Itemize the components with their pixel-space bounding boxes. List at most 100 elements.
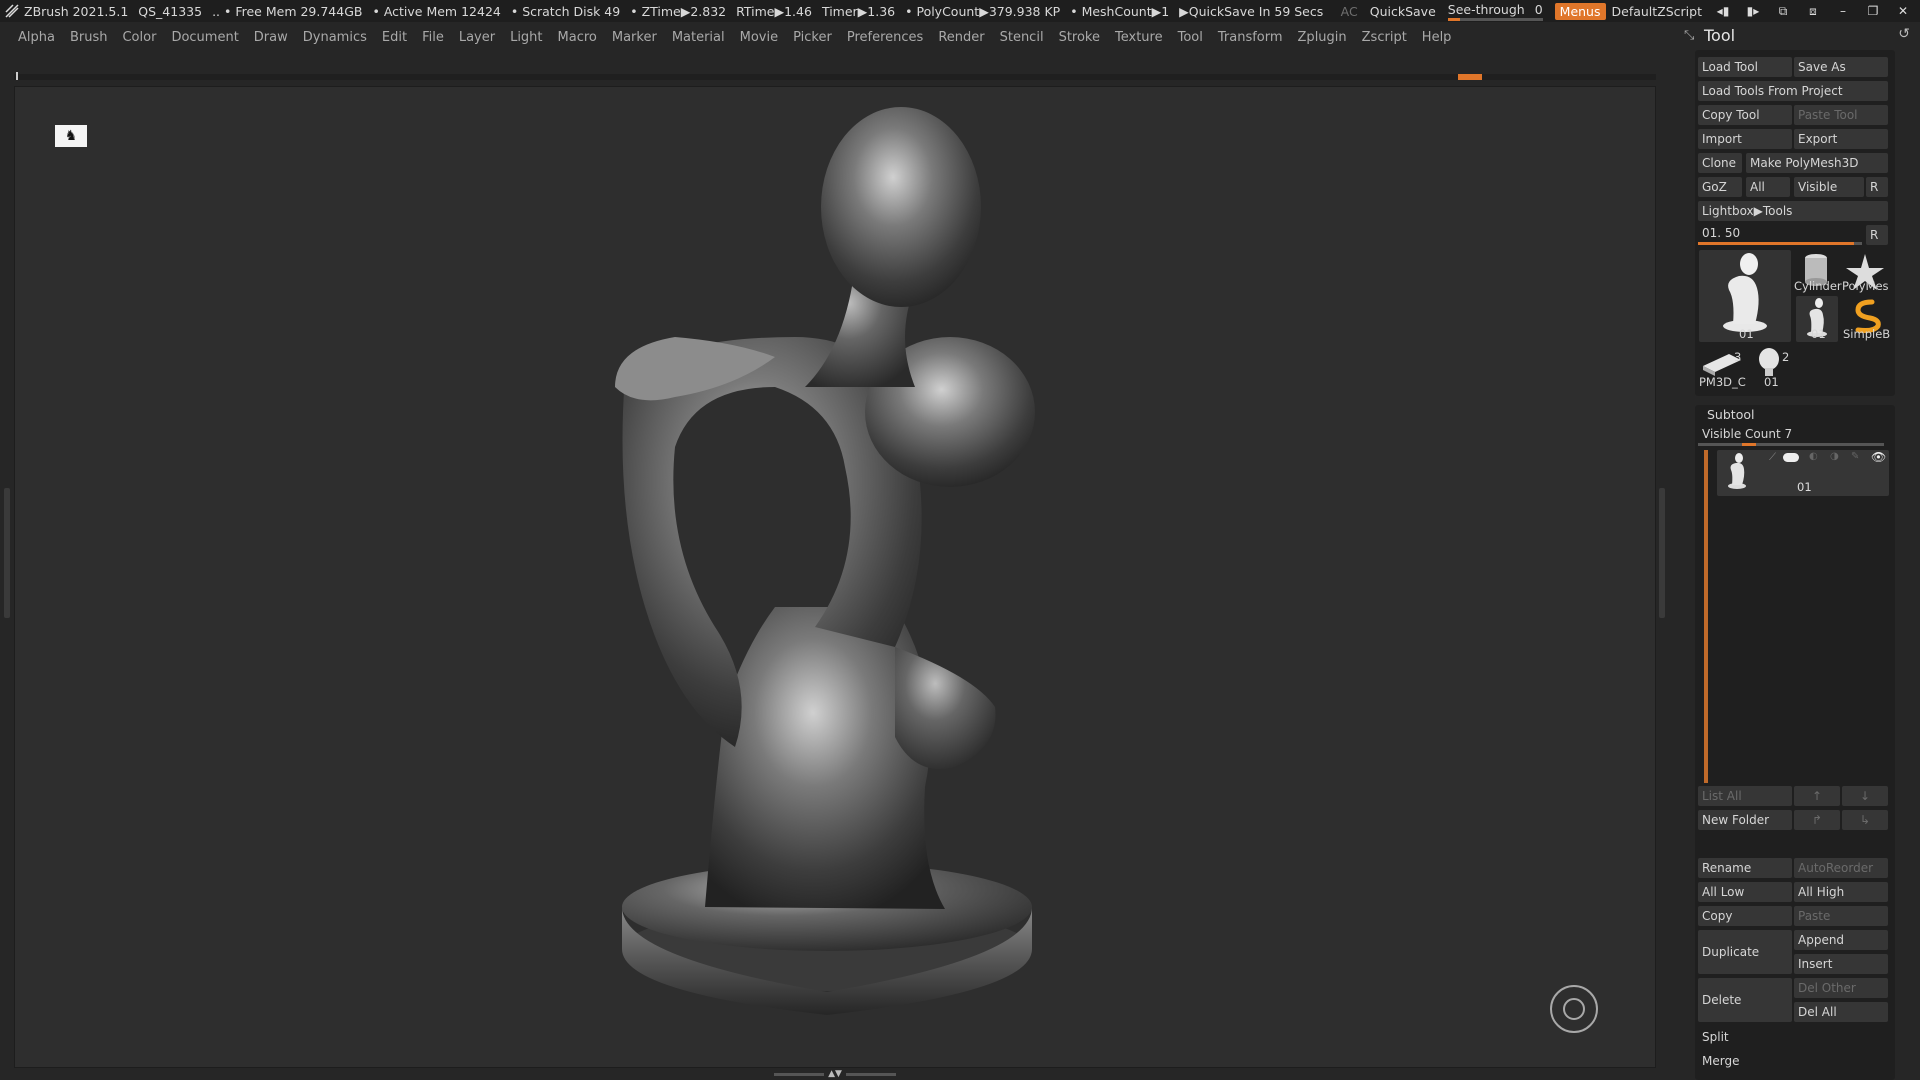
pin-icon[interactable]: ⤡ bbox=[1684, 28, 1698, 43]
all-high-button[interactable]: All High bbox=[1794, 882, 1888, 902]
menu-file[interactable]: File bbox=[422, 30, 444, 45]
new-folder-button[interactable]: New Folder bbox=[1698, 810, 1792, 830]
menu-edit[interactable]: Edit bbox=[382, 30, 407, 45]
menu-material[interactable]: Material bbox=[672, 30, 725, 45]
navigation-gizmo[interactable] bbox=[1550, 985, 1598, 1033]
subtool-polypaint-icon[interactable]: ◐ bbox=[1809, 451, 1818, 462]
delete-button[interactable]: Delete bbox=[1698, 978, 1792, 1022]
menus-button[interactable]: Menus bbox=[1554, 2, 1606, 20]
copy-subtool-button[interactable]: Copy bbox=[1698, 906, 1792, 926]
list-all-button[interactable]: List All bbox=[1698, 786, 1792, 806]
subtool-brush-icon[interactable]: ⟋ bbox=[1769, 452, 1776, 463]
quicksave-button[interactable]: QuickSave bbox=[1370, 4, 1436, 19]
subtool-pen-icon[interactable]: ✎ bbox=[1851, 451, 1859, 462]
auto-reorder-button[interactable]: AutoReorder bbox=[1794, 858, 1888, 878]
quicksave-countdown: ▶QuickSave In 59 Secs bbox=[1179, 3, 1324, 19]
default-zscript-button[interactable]: DefaultZScript bbox=[1612, 4, 1703, 19]
clone-button[interactable]: Clone bbox=[1698, 153, 1742, 173]
make-polymesh3d-button[interactable]: Make PolyMesh3D bbox=[1746, 153, 1888, 173]
merge-button[interactable]: Merge bbox=[1698, 1051, 1888, 1071]
left-tray-handle[interactable] bbox=[4, 488, 10, 618]
subtool-toggle-icon[interactable] bbox=[1783, 453, 1799, 462]
layout-right-icon[interactable]: ▮▸ bbox=[1744, 4, 1762, 18]
ac-button[interactable]: AC bbox=[1341, 4, 1358, 19]
menu-texture[interactable]: Texture bbox=[1115, 30, 1163, 45]
menu-render[interactable]: Render bbox=[938, 30, 984, 45]
subtool-material-icon[interactable]: ◑ bbox=[1830, 451, 1839, 462]
head-tool-label: 01 bbox=[1764, 375, 1779, 389]
head-tool-thumbnail[interactable] bbox=[1752, 346, 1786, 378]
goz-r-button[interactable]: R bbox=[1866, 177, 1888, 197]
load-tools-from-project-button[interactable]: Load Tools From Project bbox=[1698, 81, 1888, 101]
goz-visible-button[interactable]: Visible bbox=[1794, 177, 1864, 197]
menu-draw[interactable]: Draw bbox=[254, 30, 288, 45]
menu-movie[interactable]: Movie bbox=[740, 30, 778, 45]
menu-tool[interactable]: Tool bbox=[1178, 30, 1203, 45]
paste-subtool-button[interactable]: Paste bbox=[1794, 906, 1888, 926]
cylinder-tool-label: Cylinder bbox=[1794, 279, 1842, 293]
save-as-button[interactable]: Save As bbox=[1794, 57, 1888, 77]
subtool-title[interactable]: Subtool bbox=[1703, 405, 1853, 425]
paste-tool-button[interactable]: Paste Tool bbox=[1794, 105, 1888, 125]
del-all-button[interactable]: Del All bbox=[1794, 1002, 1888, 1022]
move-down-button[interactable]: ↓ bbox=[1842, 786, 1888, 806]
menu-dynamics[interactable]: Dynamics bbox=[303, 30, 367, 45]
subtool-eye-icon[interactable]: 👁 bbox=[1871, 450, 1886, 464]
ztime: • ZTime▶2.832 bbox=[630, 3, 727, 19]
folder-down-button[interactable]: ↳ bbox=[1842, 810, 1888, 830]
subtool-list-scrollbar[interactable] bbox=[1704, 450, 1708, 783]
menu-brush[interactable]: Brush bbox=[70, 30, 108, 45]
tool-slider-fill bbox=[1698, 242, 1854, 245]
menu-macro[interactable]: Macro bbox=[558, 30, 597, 45]
tool-palette-header[interactable]: ⤡ Tool ↺ bbox=[1680, 22, 1920, 48]
folder-up-button[interactable]: ↱ bbox=[1794, 810, 1840, 830]
subtool-item[interactable]: ⟋ ◐ ◑ ✎ 👁 01 bbox=[1717, 450, 1889, 496]
menu-stroke[interactable]: Stroke bbox=[1059, 30, 1100, 45]
move-up-button[interactable]: ↑ bbox=[1794, 786, 1840, 806]
maximize-icon[interactable]: ❐ bbox=[1864, 4, 1882, 18]
minimize-icon[interactable]: – bbox=[1834, 4, 1852, 18]
layout-left-icon[interactable]: ◂▮ bbox=[1714, 4, 1732, 18]
menu-preferences[interactable]: Preferences bbox=[847, 30, 923, 45]
subtool-thumbnail-icon bbox=[1728, 453, 1746, 489]
see-through-slider[interactable]: See-through 0 bbox=[1447, 2, 1543, 21]
goz-button[interactable]: GoZ bbox=[1698, 177, 1742, 197]
menu-alpha[interactable]: Alpha bbox=[18, 30, 55, 45]
menu-color[interactable]: Color bbox=[122, 30, 156, 45]
menu-picker[interactable]: Picker bbox=[793, 30, 832, 45]
menu-zscript[interactable]: Zscript bbox=[1362, 30, 1407, 45]
goz-all-button[interactable]: All bbox=[1746, 177, 1790, 197]
rename-button[interactable]: Rename bbox=[1698, 858, 1792, 878]
menu-zplugin[interactable]: Zplugin bbox=[1298, 30, 1347, 45]
dock-window-icon[interactable]: ⧈ bbox=[1804, 4, 1822, 19]
all-low-button[interactable]: All Low bbox=[1698, 882, 1792, 902]
menu-stencil[interactable]: Stencil bbox=[1000, 30, 1044, 45]
head-icon bbox=[1759, 348, 1779, 376]
menu-marker[interactable]: Marker bbox=[612, 30, 657, 45]
del-other-button[interactable]: Del Other bbox=[1794, 978, 1888, 998]
canvas-viewport[interactable]: ♞ bbox=[14, 86, 1656, 1068]
copy-tool-button[interactable]: Copy Tool bbox=[1698, 105, 1792, 125]
bottom-tray-handle[interactable]: ▲▼ bbox=[770, 1070, 900, 1079]
floating-window-icon[interactable]: ⧉ bbox=[1774, 4, 1792, 19]
reset-icon[interactable]: ↺ bbox=[1898, 26, 1910, 42]
right-tray-handle[interactable] bbox=[1659, 488, 1665, 618]
timeline-marker[interactable] bbox=[1458, 74, 1482, 80]
lightbox-tools-button[interactable]: Lightbox▶Tools bbox=[1698, 201, 1888, 221]
menu-light[interactable]: Light bbox=[510, 30, 542, 45]
timeline-track[interactable] bbox=[14, 72, 1656, 80]
menu-help[interactable]: Help bbox=[1422, 30, 1452, 45]
tool-slider-r-button[interactable]: R bbox=[1866, 225, 1888, 245]
import-button[interactable]: Import bbox=[1698, 129, 1792, 149]
close-icon[interactable]: ✕ bbox=[1894, 4, 1912, 18]
menu-layer[interactable]: Layer bbox=[459, 30, 495, 45]
menu-document[interactable]: Document bbox=[171, 30, 238, 45]
export-button[interactable]: Export bbox=[1794, 129, 1888, 149]
insert-button[interactable]: Insert bbox=[1794, 954, 1888, 974]
visible-count-track[interactable] bbox=[1698, 443, 1884, 446]
duplicate-button[interactable]: Duplicate bbox=[1698, 930, 1792, 974]
menu-transform[interactable]: Transform bbox=[1218, 30, 1283, 45]
append-button[interactable]: Append bbox=[1794, 930, 1888, 950]
split-button[interactable]: Split bbox=[1698, 1027, 1888, 1047]
load-tool-button[interactable]: Load Tool bbox=[1698, 57, 1792, 77]
